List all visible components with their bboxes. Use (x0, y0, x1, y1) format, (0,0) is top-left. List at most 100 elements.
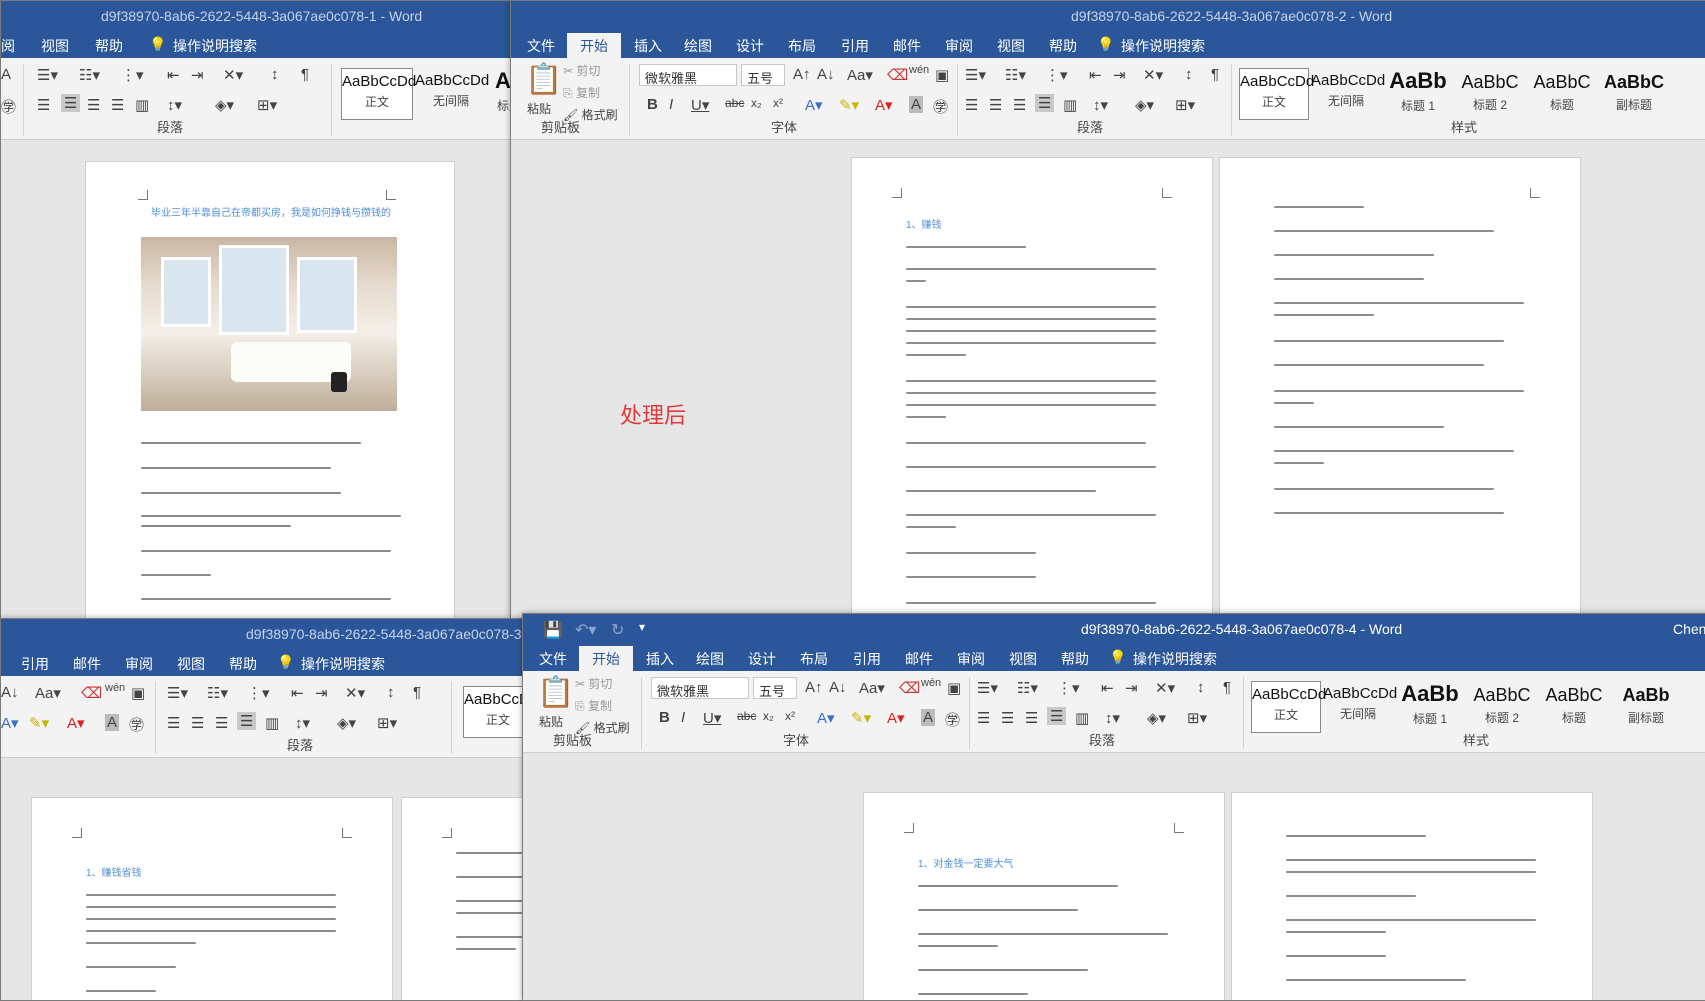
increase-indent-icon[interactable]: ⇥ (1125, 679, 1138, 697)
sort-icon[interactable]: ↕ (1185, 66, 1193, 83)
subscript-icon[interactable]: x₂ (751, 96, 762, 110)
numbering-icon[interactable]: ☷▾ (207, 684, 228, 702)
save-icon[interactable]: 💾 (543, 620, 563, 640)
borders-icon[interactable]: ⊞▾ (1187, 709, 1207, 727)
tab-review[interactable]: 阅 (1, 36, 15, 56)
document-page-right[interactable] (1219, 157, 1581, 619)
customize-qat-icon[interactable]: ▾ (639, 620, 645, 634)
clipboard-icon[interactable]: 📋 (525, 62, 562, 97)
enclose-char-icon[interactable]: ㊫ (945, 709, 960, 730)
highlight-icon[interactable]: ✎▾ (851, 709, 871, 727)
shrink-font-icon[interactable]: A↓ (829, 679, 847, 696)
chinese-layout-icon[interactable]: ✕▾ (1143, 66, 1163, 84)
tell-me-search[interactable]: 操作说明搜索 (301, 654, 385, 674)
tab-review[interactable]: 审阅 (125, 654, 153, 674)
align-right-icon[interactable]: ☰ (1025, 709, 1038, 727)
redo-icon[interactable]: ↻ (611, 620, 624, 640)
shading-icon[interactable]: ◈▾ (337, 714, 356, 732)
tab-review[interactable]: 审阅 (945, 36, 973, 56)
decrease-indent-icon[interactable]: ⇤ (291, 684, 304, 702)
decrease-indent-icon[interactable]: ⇤ (167, 66, 180, 84)
style-normal[interactable]: AaBbCcDd 正文 (1239, 68, 1314, 120)
char-border-icon[interactable]: ▣ (947, 679, 961, 697)
shrink-font-icon[interactable]: A↓ (1, 684, 19, 701)
text-effects-icon[interactable]: A▾ (805, 96, 823, 114)
align-right-icon[interactable]: ☰ (215, 714, 228, 732)
phonetic-guide-icon[interactable]: wén (909, 64, 929, 76)
enclose-char-icon[interactable]: ㊫ (129, 714, 144, 735)
char-border-icon[interactable]: ▣ (131, 684, 145, 702)
italic-icon[interactable]: I (681, 709, 685, 726)
underline-icon[interactable]: U▾ (691, 96, 709, 114)
chinese-layout-icon[interactable]: ✕▾ (1155, 679, 1175, 697)
tell-me-search[interactable]: 操作说明搜索 (1133, 649, 1217, 669)
tab-review[interactable]: 审阅 (957, 649, 985, 669)
style-normal[interactable]: AaBbCcDd 正文 (1251, 681, 1326, 733)
shading-icon[interactable]: ◈▾ (215, 96, 234, 114)
phonetic-guide-icon[interactable]: wén (105, 682, 125, 694)
font-size-box[interactable]: 五号 (741, 64, 785, 86)
tab-mailings[interactable]: 邮件 (905, 649, 933, 669)
tab-layout[interactable]: 布局 (800, 649, 828, 669)
align-left-icon[interactable]: ☰ (37, 96, 50, 114)
justify-icon[interactable]: ☰ (111, 96, 124, 114)
grow-font-icon[interactable]: A↑ (793, 66, 811, 83)
tab-references[interactable]: 引用 (841, 36, 869, 56)
document-page[interactable]: 毕业三年半靠自己在帝都买房，我是如何挣钱与攒钱的 (85, 161, 455, 619)
clear-format-icon[interactable]: ⌫ (887, 66, 908, 84)
increase-indent-icon[interactable]: ⇥ (1113, 66, 1126, 84)
chinese-layout-icon[interactable]: ✕▾ (345, 684, 365, 702)
style-title[interactable]: AaBbC 标题 (1539, 681, 1609, 733)
align-center-icon[interactable]: ☰ (1001, 709, 1014, 727)
line-spacing-icon[interactable]: ↕▾ (1093, 96, 1108, 114)
style-heading-2[interactable]: AaBbC 标题 2 (1455, 68, 1525, 120)
align-left-icon[interactable]: ☰ (977, 709, 990, 727)
char-shading-icon[interactable]: A (909, 96, 924, 113)
paste-button[interactable]: 粘贴 (527, 100, 551, 117)
multilevel-list-icon[interactable]: ⋮▾ (247, 684, 270, 702)
clear-format-icon[interactable]: ⌫ (81, 684, 102, 702)
align-center-icon[interactable]: ☰ (61, 94, 81, 112)
style-heading-1[interactable]: AaBb 标题 1 (1395, 681, 1465, 733)
phonetic-guide-icon[interactable]: wén (921, 677, 941, 689)
tab-insert[interactable]: 插入 (646, 649, 674, 669)
text-effects-icon[interactable]: A▾ (1, 714, 19, 732)
text-effects-icon[interactable]: A▾ (817, 709, 835, 727)
tab-draw[interactable]: 绘图 (684, 36, 712, 56)
style-no-spacing[interactable]: AaBbCcDd 无间隔 (1311, 68, 1385, 120)
tab-help[interactable]: 帮助 (1049, 36, 1077, 56)
font-name-box[interactable]: 微软雅黑 (639, 64, 737, 86)
char-border-icon[interactable]: ▣ (935, 66, 949, 84)
tab-view[interactable]: 视图 (41, 36, 69, 56)
show-marks-icon[interactable]: ¶ (1223, 679, 1231, 696)
tab-view[interactable]: 视图 (177, 654, 205, 674)
tab-layout[interactable]: 布局 (788, 36, 816, 56)
align-left-icon[interactable]: ☰ (167, 714, 180, 732)
align-right-icon[interactable]: ☰ (1013, 96, 1026, 114)
tab-design[interactable]: 设计 (736, 36, 764, 56)
clipboard-icon[interactable]: 📋 (537, 675, 574, 710)
borders-icon[interactable]: ⊞▾ (257, 96, 277, 114)
style-normal[interactable]: AaBbCcDd 正文 (341, 68, 416, 120)
numbering-icon[interactable]: ☷▾ (1005, 66, 1026, 84)
style-no-spacing[interactable]: AaBbCcDd 无间隔 (1323, 681, 1397, 733)
justify-icon[interactable]: ☰ (1047, 707, 1067, 725)
shading-icon[interactable]: ◈▾ (1147, 709, 1166, 727)
tab-help[interactable]: 帮助 (1061, 649, 1089, 669)
shrink-font-icon[interactable]: A↓ (817, 66, 835, 83)
change-case-icon[interactable]: Aa▾ (35, 684, 61, 702)
document-page-right[interactable] (1231, 792, 1593, 1000)
highlight-icon[interactable]: ✎▾ (29, 714, 49, 732)
tab-design[interactable]: 设计 (748, 649, 776, 669)
align-center-icon[interactable]: ☰ (989, 96, 1002, 114)
tab-file[interactable]: 文件 (527, 36, 555, 56)
tab-view[interactable]: 视图 (997, 36, 1025, 56)
style-title[interactable]: AaBbC 标题 (1527, 68, 1597, 120)
bold-icon[interactable]: B (647, 96, 658, 113)
style-subtitle[interactable]: AaBb 副标题 (1611, 681, 1681, 733)
numbering-icon[interactable]: ☷▾ (1017, 679, 1038, 697)
tab-file[interactable]: 文件 (539, 649, 567, 669)
multilevel-list-icon[interactable]: ⋮▾ (1057, 679, 1080, 697)
cut-button[interactable]: ✂ 剪切 (575, 675, 612, 692)
borders-icon[interactable]: ⊞▾ (377, 714, 397, 732)
